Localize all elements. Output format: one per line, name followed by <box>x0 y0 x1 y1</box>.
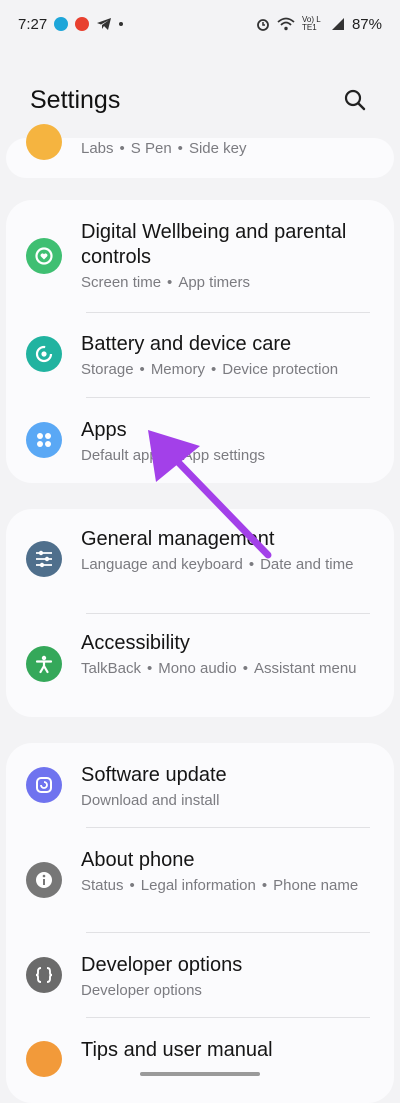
divider <box>86 827 370 828</box>
status-left: 7:27 <box>18 15 124 33</box>
battery-device-care-subtitle: Storage • Memory • Device protection <box>81 361 339 378</box>
network-label: Vo) LTE1 <box>301 15 321 32</box>
about-phone-title: About phone <box>81 849 195 871</box>
developer-options-row[interactable]: Developer options Developer options <box>6 953 394 1000</box>
software-update-title: Software update <box>81 764 227 786</box>
alarm-icon <box>257 19 269 31</box>
settings-card-top: Labs • S Pen • Side key <box>6 124 394 178</box>
digital-wellbeing-title: Digital Wellbeing and parental controls <box>81 221 347 268</box>
accessibility-row[interactable]: Accessibility TalkBack • Mono audio • Assist… <box>6 631 394 678</box>
divider <box>86 613 370 614</box>
notification-app-icon <box>54 17 69 31</box>
divider <box>86 312 370 313</box>
settings-card-wellbeing: Digital Wellbeing and parental controls … <box>6 200 394 483</box>
notification-alert-icon <box>75 17 90 31</box>
divider <box>86 932 370 933</box>
general-management-row[interactable]: General management Language and keyboard… <box>6 527 394 574</box>
developer-options-title: Developer options <box>81 954 243 976</box>
status-bar: 7:27 Vo) LTE1 87% <box>0 0 400 48</box>
divider <box>86 397 370 398</box>
software-update-row[interactable]: Software update Download and install <box>6 763 394 810</box>
tips-icon <box>26 1041 62 1077</box>
apps-title: Apps <box>81 419 127 441</box>
digital-wellbeing-row[interactable]: Digital Wellbeing and parental controls … <box>6 220 394 292</box>
tips-user-manual-title: Tips and user manual <box>81 1039 273 1061</box>
tips-user-manual-row[interactable]: Tips and user manual <box>6 1038 394 1063</box>
advanced-features-subtitle: Labs • S Pen • Side key <box>81 140 247 157</box>
settings-card-general: General management Language and keyboard… <box>6 509 394 717</box>
more-notifications-dot <box>119 22 124 26</box>
search-icon <box>344 89 366 111</box>
about-phone-icon <box>26 862 62 898</box>
search-button[interactable] <box>338 83 372 117</box>
about-phone-row[interactable]: About phone Status • Legal information • Pho… <box>6 848 394 895</box>
general-management-icon <box>26 541 62 577</box>
battery-device-care-title: Battery and device care <box>81 333 292 355</box>
general-management-title: General management <box>81 528 275 550</box>
telegram-icon <box>97 18 112 30</box>
accessibility-title: Accessibility <box>81 632 190 654</box>
digital-wellbeing-icon <box>26 238 62 274</box>
general-management-subtitle: Language and keyboard • Date and time <box>81 556 354 573</box>
developer-options-icon <box>26 957 62 993</box>
apps-icon <box>26 422 62 458</box>
status-time: 7:27 <box>18 15 48 33</box>
device-care-icon <box>26 336 62 372</box>
divider <box>86 1017 370 1018</box>
settings-card-system: Software update Download and install Abo… <box>6 743 394 1103</box>
battery-percent: 87% <box>351 15 382 33</box>
apps-row[interactable]: Apps Default apps • App settings <box>6 418 394 465</box>
signal-icon <box>331 18 344 30</box>
battery-device-care-row[interactable]: Battery and device care Storage • Memory • D… <box>6 332 394 379</box>
settings-header: Settings <box>0 70 400 130</box>
digital-wellbeing-subtitle: Screen time • App timers <box>81 274 251 291</box>
about-phone-subtitle: Status • Legal information • Phone name <box>81 877 359 894</box>
home-indicator[interactable] <box>140 1072 260 1076</box>
software-update-subtitle: Download and install <box>81 792 220 809</box>
software-update-icon <box>26 767 62 803</box>
accessibility-icon <box>26 646 62 682</box>
page-title: Settings <box>30 85 121 114</box>
advanced-features-row[interactable]: Labs • S Pen • Side key <box>6 139 394 158</box>
accessibility-subtitle: TalkBack • Mono audio • Assistant menu <box>81 660 357 677</box>
developer-options-subtitle: Developer options <box>81 982 202 999</box>
status-right: Vo) LTE1 87% <box>256 16 382 33</box>
apps-subtitle: Default apps • App settings <box>81 447 266 464</box>
wifi-icon <box>277 17 295 31</box>
